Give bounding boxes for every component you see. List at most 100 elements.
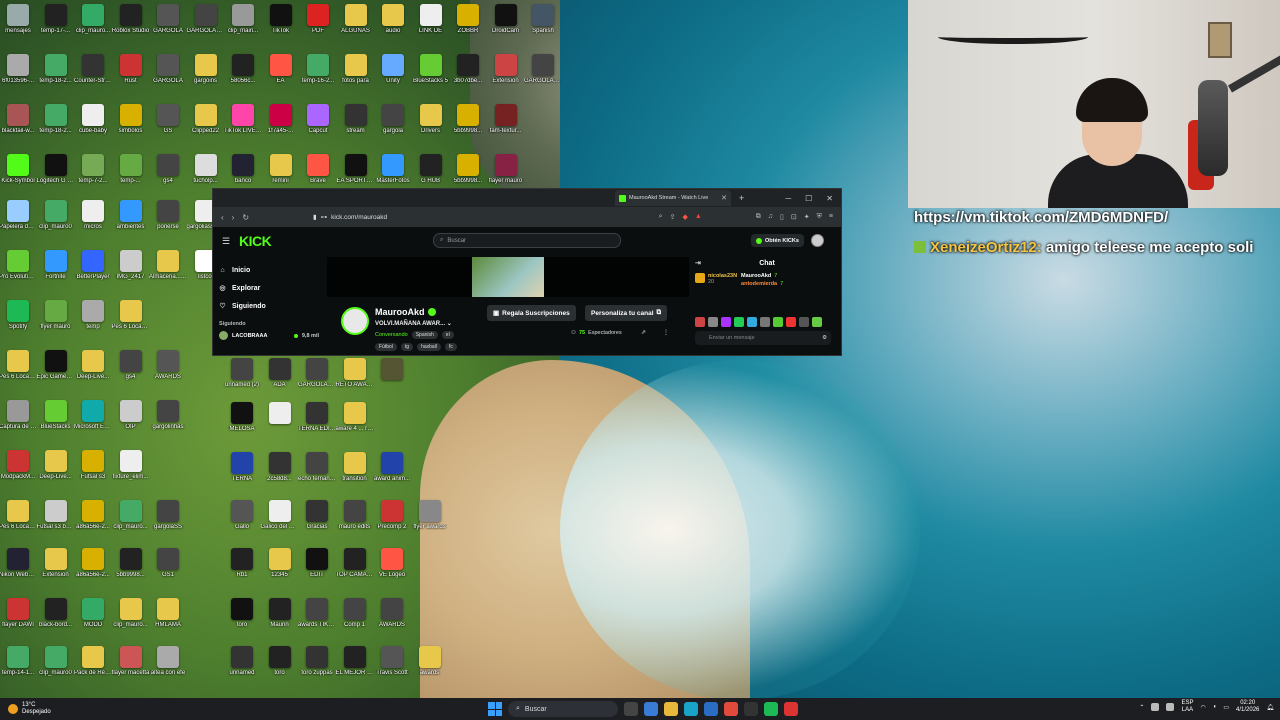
video-player[interactable] (327, 257, 689, 297)
desktop-icon[interactable]: GS1 (150, 548, 186, 594)
desktop-icon[interactable]: clip_mauro... (113, 500, 149, 546)
sidebar-item-inicio[interactable]: ⌂ Inicio (219, 261, 319, 279)
emote-icon[interactable] (786, 317, 796, 327)
desktop-icon[interactable]: RETO AWARDS (336, 358, 374, 404)
desktop-icon[interactable]: GARGOLAS AWARDS (524, 54, 562, 100)
tag-pill[interactable]: Fútbol (375, 343, 397, 351)
desktop-icon[interactable]: Roblox Studio (112, 4, 149, 50)
desktop-icon[interactable]: flyer mauro (38, 300, 74, 346)
desktop-icon[interactable]: TERNA (224, 452, 260, 498)
back-icon[interactable]: ‹ (221, 213, 224, 222)
desktop-icon[interactable]: Capcut (300, 104, 336, 150)
desktop-icon[interactable]: Deep-Live... (38, 450, 74, 496)
desktop-icon[interactable]: 58056c... (225, 54, 261, 100)
desktop-icon[interactable]: cube-baby (75, 104, 111, 150)
file-explorer-icon[interactable] (664, 702, 678, 716)
top-user-row[interactable]: MaurooAkd 7 (741, 273, 783, 279)
desktop-icon[interactable]: Counter-Strike (74, 54, 112, 100)
language-pill[interactable]: Spanish (411, 331, 438, 339)
desktop-icon[interactable]: GARGOLAS AWARDS (187, 4, 225, 50)
desktop-icon[interactable]: clip_mauro... (75, 4, 111, 50)
desktop-icon[interactable]: 2c58d8... (262, 452, 298, 498)
vpn-icon[interactable]: ⛨ (817, 213, 822, 221)
tray-chevron-icon[interactable]: ⌃ (1139, 704, 1144, 711)
user-avatar[interactable] (811, 234, 824, 247)
tag-pill[interactable]: tg (400, 343, 414, 351)
customize-channel-button[interactable]: Personaliza tu canal ⧉ (585, 305, 668, 321)
desktop-icon[interactable]: Papelera de reciclaje (0, 200, 37, 246)
desktop-icon[interactable]: EDIT (299, 548, 335, 594)
desktop-icon[interactable]: Pes 6 Locazos (0, 500, 37, 546)
tag-pill[interactable]: fc (444, 343, 457, 351)
desktop-icon[interactable]: Futsal s3 by Batinga (37, 500, 75, 546)
desktop-icon[interactable]: clip_mauro... (113, 598, 149, 644)
emote-icon[interactable] (747, 317, 757, 327)
desktop-icon[interactable]: temp (75, 300, 111, 346)
hamburger-menu-icon[interactable]: ☰ (222, 236, 230, 247)
taskbar-search[interactable]: ⌕ Buscar (508, 701, 618, 717)
get-kicks-button[interactable]: Obtén KICKs (751, 234, 804, 247)
desktop-icon[interactable]: Pes 6 Locazos (112, 300, 150, 346)
desktop-icon[interactable]: toro zuppas (299, 646, 335, 692)
new-tab-button[interactable]: + (739, 193, 744, 203)
maximize-icon[interactable]: ☐ (805, 194, 812, 203)
desktop-icon[interactable]: audio (375, 4, 411, 50)
desktop-icon[interactable]: Unity (375, 54, 411, 100)
kick-logo[interactable]: KICK (239, 233, 272, 249)
desktop-icon[interactable]: aware 4 ... river (336, 402, 374, 448)
emote-icon[interactable] (695, 317, 705, 327)
desktop-icon[interactable]: temp-7-2... (75, 154, 111, 200)
desktop-icon[interactable]: Futsal s3 (75, 450, 111, 496)
desktop-icon[interactable]: EL MEJOR PHONE (336, 646, 374, 692)
desktop-icon[interactable]: simbolos (113, 104, 149, 150)
sidebar-icon[interactable]: ▯ (780, 213, 784, 221)
desktop-icon[interactable]: 12345 (262, 548, 298, 594)
brave-icon[interactable] (724, 702, 738, 716)
desktop-icon[interactable]: flayer macetta (112, 646, 149, 692)
desktop-icon[interactable]: gargolaSS (150, 500, 186, 546)
g-hub-icon[interactable] (744, 702, 758, 716)
desktop-icon[interactable]: HMLAMA (150, 598, 186, 644)
desktop-icon[interactable]: IMG_2417 (113, 250, 149, 296)
desktop-icon[interactable]: 5bb9998... (113, 548, 149, 594)
obs-icon[interactable] (784, 702, 798, 716)
desktop-icon[interactable]: Extension (488, 54, 524, 100)
desktop-icon[interactable]: unnamed (2) (224, 358, 260, 404)
desktop-icon[interactable]: temp-... (113, 154, 149, 200)
desktop-icon[interactable]: fixture_elim... (113, 450, 149, 496)
desktop-icon[interactable]: Pes 6 Locazos (0, 350, 37, 396)
desktop-icon[interactable]: Gallo (224, 500, 260, 546)
desktop-icon[interactable]: toro (224, 598, 260, 644)
streamer-name[interactable]: MaurooAkd (375, 307, 425, 317)
desktop-icon[interactable]: temp-14-1... (0, 646, 36, 692)
desktop-icon[interactable]: Pack de Recursos (74, 646, 112, 692)
site-info-icon[interactable]: ⊶ (321, 213, 328, 221)
desktop-icon[interactable]: fotos para (338, 54, 374, 100)
desktop-icon[interactable]: GARGOLAS AWARDS (298, 358, 336, 404)
weather-widget[interactable]: 13°C Despejado (0, 702, 51, 716)
desktop-icon[interactable]: gargola (375, 104, 411, 150)
desktop-icon[interactable]: Rust (113, 54, 149, 100)
desktop-icon[interactable]: ModpackM... (0, 450, 36, 496)
desktop-icon[interactable]: Pro Evolution Soccer 2017 (0, 250, 37, 296)
desktop-icon[interactable]: transition (337, 452, 373, 498)
desktop-icon[interactable]: micros (75, 200, 111, 246)
spotify-icon[interactable] (764, 702, 778, 716)
desktop-icon[interactable]: unnamed (224, 646, 260, 692)
expand-chevron-icon[interactable]: ⌄ (447, 321, 452, 327)
desktop-icon[interactable]: Galico del Mundial (261, 500, 299, 546)
desktop-icon[interactable]: Captura de pantalla (0, 400, 37, 446)
desktop-icon[interactable]: black-bord... (38, 598, 74, 644)
desktop-icon[interactable]: mauro edits (337, 500, 373, 546)
desktop-icon[interactable]: ZOBBR (450, 4, 486, 50)
top-gifter[interactable]: nicolas23N 20 (695, 273, 737, 287)
desktop-icon[interactable]: Travis Scott (374, 646, 410, 692)
desktop-icon[interactable]: ponerse (150, 200, 186, 246)
desktop-icon[interactable]: EA (263, 54, 299, 100)
desktop-icon[interactable]: Nikon WebCam (0, 548, 37, 594)
desktop-icon[interactable]: GS (150, 104, 186, 150)
desktop-icon[interactable]: a86a56e-2... (75, 500, 111, 546)
emote-icon[interactable] (799, 317, 809, 327)
desktop-icon[interactable]: TERNA EDITORIAL (298, 402, 336, 448)
desktop-icon[interactable] (374, 358, 410, 404)
